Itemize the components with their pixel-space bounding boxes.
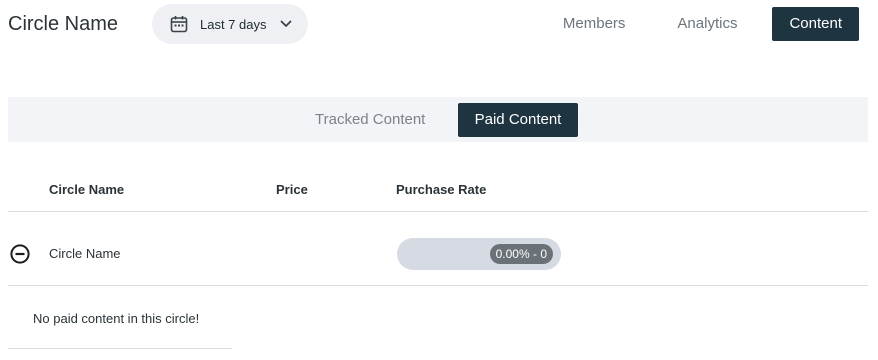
page-title: Circle Name (8, 13, 119, 35)
table-header-divider (8, 211, 868, 212)
nav-content[interactable]: Content (772, 7, 859, 41)
nav-members[interactable]: Members (563, 7, 626, 41)
column-header-purchase-rate: Purchase Rate (396, 182, 487, 197)
date-range-label: Last 7 days (200, 16, 267, 32)
tab-paid-content[interactable]: Paid Content (458, 103, 578, 137)
tab-tracked-content[interactable]: Tracked Content (315, 103, 425, 137)
chevron-down-icon (279, 17, 293, 31)
nav-analytics[interactable]: Analytics (677, 7, 737, 41)
date-range-picker[interactable]: Last 7 days (152, 4, 308, 44)
minus-circle-icon[interactable] (10, 244, 30, 264)
top-nav: Members Analytics Content (563, 7, 859, 41)
purchase-rate-bar: 0.00% - 0 (397, 238, 561, 270)
content-tab-bar: Tracked Content Paid Content (8, 97, 868, 142)
row-circle-name: Circle Name (49, 246, 121, 261)
column-header-price: Price (276, 182, 308, 197)
column-header-name: Circle Name (49, 182, 125, 197)
empty-state-message: No paid content in this circle! (33, 311, 200, 326)
purchase-rate-badge: 0.00% - 0 (489, 244, 553, 264)
table-row-divider (8, 285, 868, 286)
empty-state-divider (8, 348, 232, 349)
calendar-icon (170, 15, 188, 33)
